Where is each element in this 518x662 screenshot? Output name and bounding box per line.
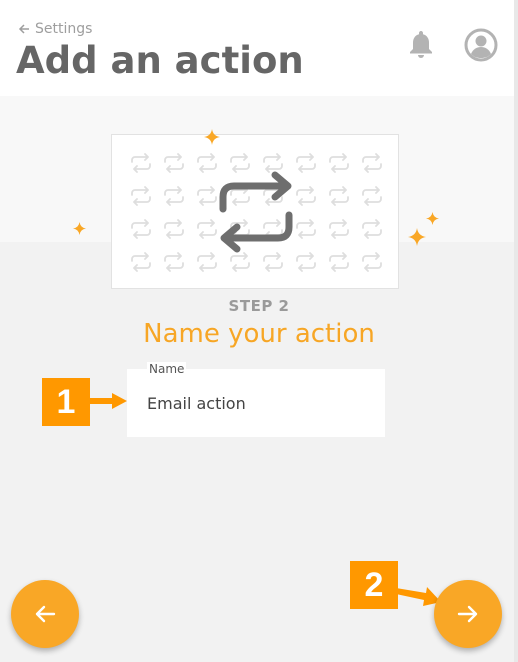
callout-2: 2 xyxy=(350,561,398,609)
step-label: STEP 2 xyxy=(228,297,290,315)
name-field[interactable]: Name xyxy=(127,362,385,437)
back-link[interactable]: Settings xyxy=(18,19,92,39)
user-avatar-icon[interactable] xyxy=(464,28,498,62)
name-input[interactable] xyxy=(147,389,367,417)
sparkle-icon xyxy=(408,228,426,246)
previous-step-button[interactable] xyxy=(11,580,79,648)
repeat-arrows-icon xyxy=(219,171,293,253)
page-title: Add an action xyxy=(16,39,304,82)
sparkle-icon xyxy=(426,212,439,225)
name-field-label: Name xyxy=(147,362,187,376)
hero-illustration xyxy=(111,134,399,289)
repeat-pattern xyxy=(131,153,382,272)
next-step-button[interactable] xyxy=(434,580,502,648)
sparkle-icon xyxy=(204,129,220,145)
step-heading: Name your action xyxy=(143,319,375,349)
sparkle-icon xyxy=(73,222,86,235)
app-header: Settings Add an action xyxy=(0,0,518,96)
bell-icon[interactable] xyxy=(407,29,435,59)
back-link-label: Settings xyxy=(35,21,93,37)
window-edge xyxy=(514,0,518,662)
callout-1: 1 xyxy=(42,378,90,426)
arrow-right-icon xyxy=(457,605,478,623)
arrow-left-icon xyxy=(18,24,29,34)
arrow-left-icon xyxy=(35,605,56,623)
callout-arrow-1 xyxy=(88,393,127,409)
